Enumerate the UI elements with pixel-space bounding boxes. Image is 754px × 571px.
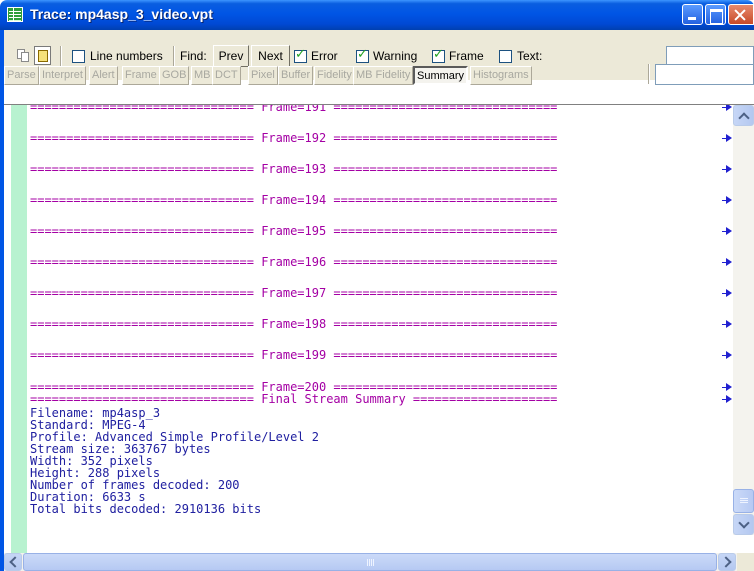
frame-arrow-icon bbox=[722, 289, 732, 297]
window-title: Trace: mp4asp_3_video.vpt bbox=[30, 6, 213, 22]
tab-fidelity[interactable]: Fidelity bbox=[314, 66, 355, 85]
title-bar[interactable]: Trace: mp4asp_3_video.vpt bbox=[0, 0, 754, 30]
scrollbar-corner bbox=[737, 553, 754, 571]
vertical-scrollbar[interactable] bbox=[733, 105, 754, 535]
horizontal-scrollbar[interactable] bbox=[4, 553, 754, 571]
tab-buffer[interactable]: Buffer bbox=[278, 66, 314, 85]
tab-pixel[interactable]: Pixel bbox=[248, 66, 278, 85]
frame-marker-line: =============================== Frame=19… bbox=[30, 255, 558, 269]
summary-total-bits: Total bits decoded: 2910136 bits bbox=[30, 502, 262, 516]
trace-output-pane[interactable]: =============================== Frame=19… bbox=[4, 104, 754, 553]
frame-marker-line: =============================== Frame=19… bbox=[30, 131, 558, 145]
frame-arrow-icon bbox=[722, 320, 732, 328]
frame-marker-line: =============================== Frame=19… bbox=[30, 348, 558, 362]
frame-marker-line: =============================== Frame=19… bbox=[30, 224, 558, 238]
tab-gob[interactable]: GOB bbox=[159, 66, 190, 85]
tab-mb[interactable]: MB bbox=[191, 66, 214, 85]
tab-dct[interactable]: DCT bbox=[212, 66, 241, 85]
frame-arrow-icon bbox=[722, 196, 732, 204]
summary-arrow-icon bbox=[722, 395, 732, 403]
vertical-scroll-thumb[interactable] bbox=[733, 489, 754, 513]
frame-marker-line: =============================== Frame=19… bbox=[30, 162, 558, 176]
trace-window-icon bbox=[7, 7, 23, 22]
toolbar-row-find: Line numbers Find: Prev Next Error Warni… bbox=[4, 30, 754, 67]
frame-marker-line: =============================== Frame=19… bbox=[30, 104, 558, 114]
frame-marker-line: =============================== Frame=19… bbox=[30, 286, 558, 300]
frame-arrow-icon bbox=[722, 227, 732, 235]
frame-arrow-icon bbox=[722, 258, 732, 266]
scroll-left-button[interactable] bbox=[4, 553, 22, 571]
scroll-up-button[interactable] bbox=[733, 105, 754, 126]
trace-gutter bbox=[11, 105, 27, 553]
tab-alert[interactable]: Alert bbox=[89, 66, 118, 85]
scroll-down-button[interactable] bbox=[733, 514, 754, 535]
minimize-button[interactable] bbox=[682, 4, 703, 25]
tab-parse[interactable]: Parse bbox=[4, 66, 39, 85]
close-button[interactable] bbox=[728, 4, 754, 25]
frame-marker-line: =============================== Frame=19… bbox=[30, 317, 558, 331]
toolbar: Line numbers Find: Prev Next Error Warni… bbox=[4, 30, 754, 85]
summary-header-line: =============================== Final St… bbox=[30, 392, 558, 406]
tab-text-input[interactable] bbox=[655, 64, 754, 85]
horizontal-scroll-thumb[interactable] bbox=[23, 553, 717, 571]
tab-summary[interactable]: Summary bbox=[413, 66, 469, 85]
tab-frame[interactable]: Frame bbox=[122, 66, 160, 85]
frame-arrow-icon bbox=[722, 105, 732, 111]
frame-arrow-icon bbox=[722, 383, 732, 391]
frame-marker-line: =============================== Frame=19… bbox=[30, 193, 558, 207]
scroll-right-button[interactable] bbox=[718, 553, 736, 571]
tab-interpret[interactable]: Interpret bbox=[39, 66, 86, 85]
tab-mb-fidelity[interactable]: MB Fidelity bbox=[353, 66, 414, 85]
maximize-button[interactable] bbox=[705, 4, 726, 25]
frame-arrow-icon bbox=[722, 134, 732, 142]
tab-histograms[interactable]: Histograms bbox=[470, 66, 532, 85]
frame-arrow-icon bbox=[722, 165, 732, 173]
frame-arrow-icon bbox=[722, 351, 732, 359]
tab-strip: Parse Interpret Alert Frame GOB MB DCT P… bbox=[4, 55, 754, 85]
tab-separator bbox=[648, 64, 650, 84]
